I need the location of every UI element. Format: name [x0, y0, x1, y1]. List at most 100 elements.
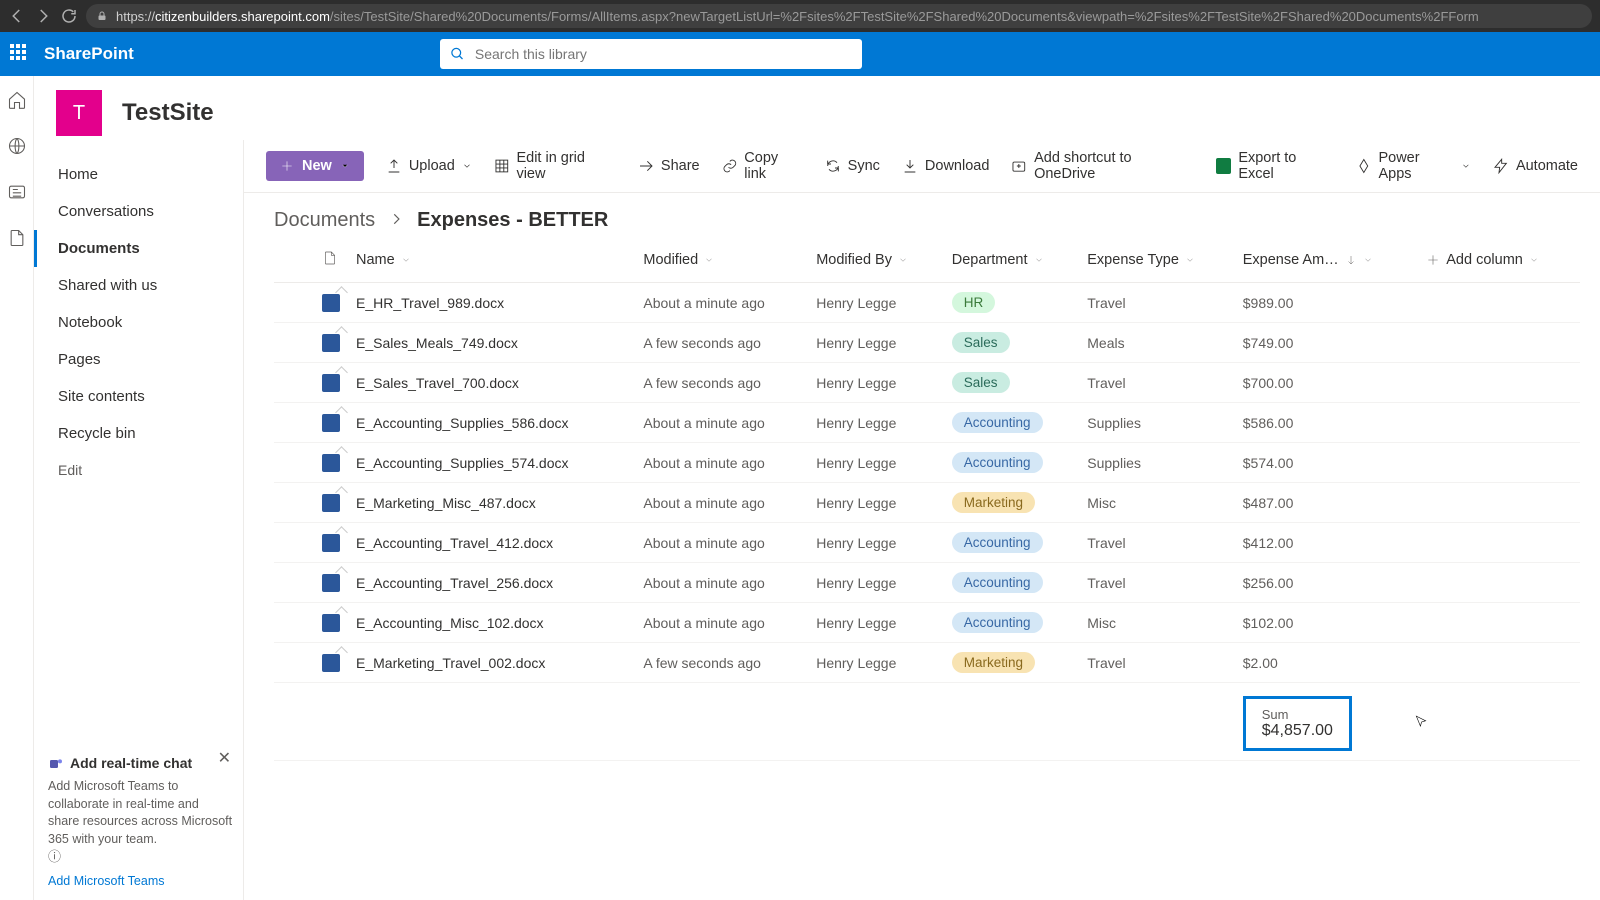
cell-modified-by[interactable]: Henry Legge [808, 563, 944, 603]
department-pill[interactable]: HR [952, 292, 996, 313]
nav-edit[interactable]: Edit [34, 452, 243, 488]
table-row[interactable]: E_Accounting_Misc_102.docxAbout a minute… [274, 603, 1580, 643]
cell-modified: About a minute ago [635, 563, 808, 603]
table-row[interactable]: E_HR_Travel_989.docxAbout a minute agoHe… [274, 283, 1580, 323]
file-name[interactable]: E_Accounting_Supplies_586.docx [356, 415, 627, 431]
sort-desc-icon [1345, 254, 1357, 266]
file-name[interactable]: E_Marketing_Travel_002.docx [356, 655, 627, 671]
app-launcher-icon[interactable] [10, 44, 30, 64]
nav-item-site-contents[interactable]: Site contents [34, 378, 243, 415]
word-file-icon [322, 454, 340, 472]
app-rail [0, 76, 34, 900]
forward-icon[interactable] [34, 7, 52, 25]
cell-modified-by[interactable]: Henry Legge [808, 283, 944, 323]
nav-item-notebook[interactable]: Notebook [34, 304, 243, 341]
suite-title[interactable]: SharePoint [44, 44, 134, 64]
search-box[interactable] [440, 39, 862, 69]
file-name[interactable]: E_Sales_Meals_749.docx [356, 335, 627, 351]
edit-grid-button[interactable]: Edit in grid view [494, 150, 616, 182]
table-row[interactable]: E_Accounting_Supplies_586.docxAbout a mi… [274, 403, 1580, 443]
cell-modified-by[interactable]: Henry Legge [808, 523, 944, 563]
add-shortcut-button[interactable]: Add shortcut to OneDrive [1011, 150, 1193, 182]
nav-item-conversations[interactable]: Conversations [34, 193, 243, 230]
col-department[interactable]: Department [944, 238, 1080, 283]
table-row[interactable]: E_Sales_Meals_749.docx A few seconds agoH… [274, 323, 1580, 363]
cell-modified-by[interactable]: Henry Legge [808, 483, 944, 523]
file-name[interactable]: E_Marketing_Misc_487.docx [356, 495, 627, 511]
nav-item-pages[interactable]: Pages [34, 341, 243, 378]
cell-modified: About a minute ago [635, 483, 808, 523]
cell-modified-by[interactable]: Henry Legge [808, 603, 944, 643]
nav-item-recycle-bin[interactable]: Recycle bin [34, 415, 243, 452]
files-icon[interactable] [7, 228, 27, 248]
url-bar[interactable]: https://citizenbuilders.sharepoint.com/s… [86, 4, 1592, 28]
department-pill[interactable]: Accounting [952, 612, 1043, 633]
download-button[interactable]: Download [902, 158, 990, 174]
close-icon[interactable]: ✕ [218, 748, 231, 770]
cell-modified-by[interactable]: Henry Legge [808, 443, 944, 483]
sync-button[interactable]: Sync [825, 158, 880, 174]
department-pill[interactable]: Marketing [952, 652, 1035, 673]
power-apps-button[interactable]: Power Apps [1356, 150, 1471, 182]
cell-modified: A few seconds ago [635, 323, 808, 363]
copy-link-button[interactable]: Copy link [722, 150, 803, 182]
table-row[interactable]: E_Marketing_Travel_002.docxA few seconds… [274, 643, 1580, 683]
table-row[interactable]: E_Accounting_Supplies_574.docxAbout a mi… [274, 443, 1580, 483]
add-column-button[interactable]: Add column [1418, 238, 1580, 283]
word-file-icon [322, 494, 340, 512]
department-pill[interactable]: Accounting [952, 452, 1043, 473]
nav-item-home[interactable]: Home [34, 156, 243, 193]
share-button[interactable]: Share [638, 158, 700, 174]
nav-item-shared-with-us[interactable]: Shared with us [34, 267, 243, 304]
cell-expense-type: Supplies [1079, 403, 1234, 443]
department-pill[interactable]: Accounting [952, 412, 1043, 433]
news-icon[interactable] [7, 182, 27, 202]
department-pill[interactable]: Accounting [952, 572, 1043, 593]
breadcrumb-parent[interactable]: Documents [274, 209, 375, 232]
table-row[interactable]: E_Accounting_Travel_256.docx About a minu… [274, 563, 1580, 603]
table-row[interactable]: E_Marketing_Misc_487.docx About a minute … [274, 483, 1580, 523]
col-modified-by[interactable]: Modified By [808, 238, 944, 283]
file-name[interactable]: E_Sales_Travel_700.docx [356, 375, 627, 391]
col-modified[interactable]: Modified [635, 238, 808, 283]
cell-modified-by[interactable]: Henry Legge [808, 403, 944, 443]
col-expense-type[interactable]: Expense Type [1079, 238, 1234, 283]
file-name[interactable]: E_Accounting_Travel_412.docx [356, 535, 627, 551]
file-name[interactable]: E_Accounting_Travel_256.docx [356, 575, 627, 591]
department-pill[interactable]: Sales [952, 332, 1010, 353]
suite-bar: SharePoint [0, 32, 1600, 76]
cell-modified-by[interactable]: Henry Legge [808, 323, 944, 363]
home-icon[interactable] [7, 90, 27, 110]
search-icon [450, 46, 465, 62]
globe-icon[interactable] [7, 136, 27, 156]
file-type-header-icon[interactable] [322, 250, 338, 266]
nav-item-documents[interactable]: Documents [34, 230, 243, 267]
reload-icon[interactable] [60, 7, 78, 25]
department-pill[interactable]: Accounting [952, 532, 1043, 553]
cell-expense-type: Travel [1079, 523, 1234, 563]
new-button[interactable]: New [266, 151, 364, 181]
upload-button[interactable]: Upload [386, 158, 472, 174]
cell-modified: About a minute ago [635, 523, 808, 563]
cell-modified-by[interactable]: Henry Legge [808, 363, 944, 403]
cell-amount: $256.00 [1235, 563, 1419, 603]
file-name[interactable]: E_Accounting_Misc_102.docx [356, 615, 627, 631]
col-name[interactable]: Name [348, 238, 635, 283]
col-amount[interactable]: Expense Am… [1235, 238, 1419, 283]
search-input[interactable] [475, 46, 852, 62]
table-row[interactable]: E_Accounting_Travel_412.docx About a minu… [274, 523, 1580, 563]
department-pill[interactable]: Sales [952, 372, 1010, 393]
file-name[interactable]: E_Accounting_Supplies_574.docx [356, 455, 627, 471]
cell-modified-by[interactable]: Henry Legge [808, 643, 944, 683]
site-tile[interactable]: T [56, 90, 102, 136]
cell-modified: A few seconds ago [635, 363, 808, 403]
file-name[interactable]: E_HR_Travel_989.docx [356, 295, 627, 311]
export-excel-button[interactable]: Export to Excel [1216, 150, 1334, 182]
back-icon[interactable] [8, 7, 26, 25]
department-pill[interactable]: Marketing [952, 492, 1035, 513]
site-name[interactable]: TestSite [122, 99, 214, 127]
table-row[interactable]: E_Sales_Travel_700.docx A few seconds ago… [274, 363, 1580, 403]
info-icon[interactable]: ⓘ [48, 849, 61, 864]
automate-button[interactable]: Automate [1493, 158, 1578, 174]
promo-link[interactable]: Add Microsoft Teams [48, 873, 233, 891]
